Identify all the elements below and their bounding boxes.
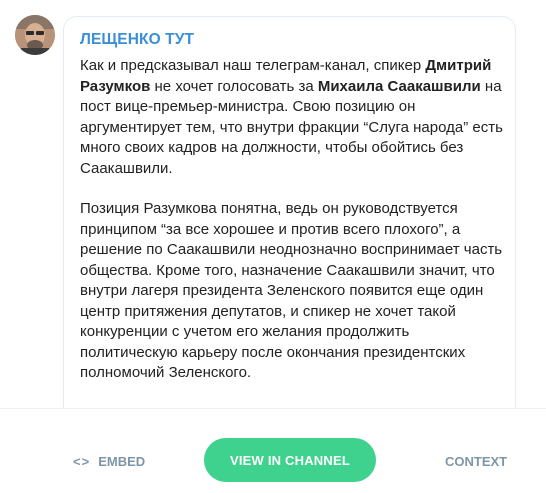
avatar-photo [15,15,55,55]
message-paragraph-1: Как и предсказывал наш телеграм-канал, с… [80,56,510,179]
message-text: Как и предсказывал наш телеграм-канал, с… [80,56,510,384]
embed-button[interactable]: <> EMBED [73,454,145,469]
text-segment: Как и предсказывал наш телеграм-канал, с… [80,57,426,74]
code-icon: <> [73,454,91,469]
channel-name-link[interactable]: ЛЕЩЕНКО ТУТ [80,31,194,49]
message-bubble: ЛЕЩЕНКО ТУТ Как и предсказывал наш телег… [63,16,516,408]
text-segment: не хочет голосовать за [150,77,318,95]
message-paragraph-2: Позиция Разумкова понятна, ведь он руков… [80,200,503,381]
view-in-channel-button[interactable]: VIEW IN CHANNEL [204,438,376,482]
embed-label: EMBED [98,454,146,469]
channel-avatar[interactable] [15,15,55,55]
widget-footer: <> EMBED VIEW IN CHANNEL CONTEXT [0,408,546,493]
bold-name: Михаила Саакашвили [317,77,481,95]
context-button[interactable]: CONTEXT [445,454,507,469]
